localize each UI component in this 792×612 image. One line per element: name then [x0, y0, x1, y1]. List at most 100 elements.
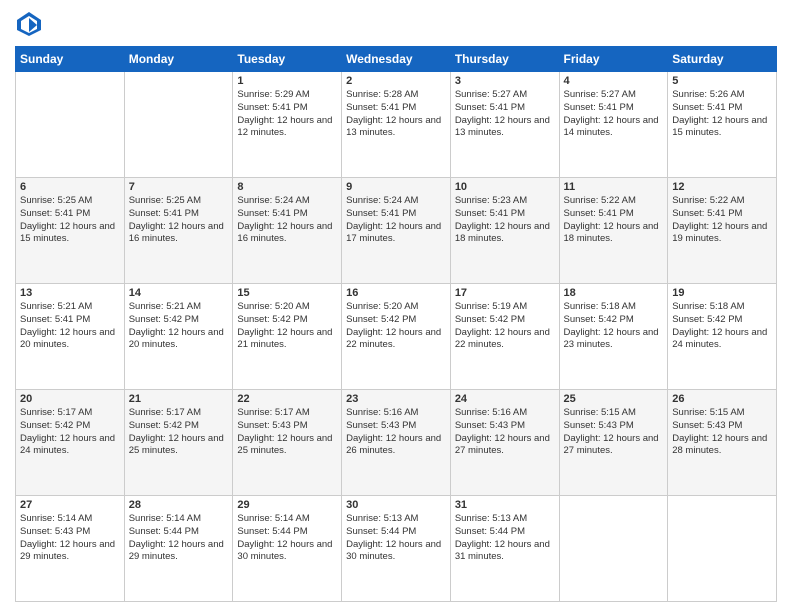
day-number: 28	[129, 499, 229, 511]
calendar-day-cell: 6 Sunrise: 5:25 AM Sunset: 5:41 PM Daylig…	[16, 178, 125, 284]
day-number: 11	[564, 181, 664, 193]
calendar-day-cell: 14Sunrise: 5:21 AM Sunset: 5:42 PM Dayli…	[124, 284, 233, 390]
calendar-day-cell: 22 Sunrise: 5:17 AM Sunset: 5:43 PM Dayli…	[233, 390, 342, 496]
day-number: 6	[20, 181, 120, 193]
calendar-day-cell	[124, 72, 233, 178]
day-info: Sunrise: 5:18 AM Sunset: 5:42 PM Dayligh…	[672, 301, 772, 352]
calendar-day-cell: 15 Sunrise: 5:20 AM Sunset: 5:42 PM Dayli…	[233, 284, 342, 390]
day-number: 24	[455, 393, 555, 405]
day-info: Sunrise: 5:27 AM Sunset: 5:41 PM Dayligh…	[564, 89, 664, 140]
calendar-week-row: 27 Sunrise: 5:14 AM Sunset: 5:43 PM Dayli…	[16, 496, 777, 602]
calendar-day-header: Sunday	[16, 47, 125, 72]
calendar-day-cell: 16 Sunrise: 5:20 AM Sunset: 5:42 PM Dayli…	[342, 284, 451, 390]
day-info: Sunrise: 5:19 AM Sunset: 5:42 PM Dayligh…	[455, 301, 555, 352]
day-info: Sunrise: 5:14 AM Sunset: 5:44 PM Dayligh…	[129, 513, 229, 564]
day-number: 3	[455, 75, 555, 87]
calendar-week-row: 20 Sunrise: 5:17 AM Sunset: 5:42 PM Dayli…	[16, 390, 777, 496]
day-info: Sunrise: 5:14 AM Sunset: 5:44 PM Dayligh…	[237, 513, 337, 564]
header	[15, 10, 777, 38]
day-info: Sunrise: 5:28 AM Sunset: 5:41 PM Dayligh…	[346, 89, 446, 140]
page: SundayMondayTuesdayWednesdayThursdayFrid…	[0, 0, 792, 612]
calendar-day-cell: 7Sunrise: 5:25 AM Sunset: 5:41 PM Daylig…	[124, 178, 233, 284]
calendar-day-header: Wednesday	[342, 47, 451, 72]
calendar-table: SundayMondayTuesdayWednesdayThursdayFrid…	[15, 46, 777, 602]
day-info: Sunrise: 5:15 AM Sunset: 5:43 PM Dayligh…	[672, 407, 772, 458]
day-info: Sunrise: 5:26 AM Sunset: 5:41 PM Dayligh…	[672, 89, 772, 140]
calendar-day-cell: 26 Sunrise: 5:15 AM Sunset: 5:43 PM Dayli…	[668, 390, 777, 496]
day-info: Sunrise: 5:17 AM Sunset: 5:42 PM Dayligh…	[20, 407, 120, 458]
calendar-day-cell: 13 Sunrise: 5:21 AM Sunset: 5:41 PM Dayli…	[16, 284, 125, 390]
calendar-day-header: Tuesday	[233, 47, 342, 72]
day-number: 15	[237, 287, 337, 299]
day-info: Sunrise: 5:27 AM Sunset: 5:41 PM Dayligh…	[455, 89, 555, 140]
day-number: 8	[237, 181, 337, 193]
day-number: 17	[455, 287, 555, 299]
day-number: 25	[564, 393, 664, 405]
calendar-day-cell: 30Sunrise: 5:13 AM Sunset: 5:44 PM Dayli…	[342, 496, 451, 602]
calendar-day-header: Saturday	[668, 47, 777, 72]
day-info: Sunrise: 5:20 AM Sunset: 5:42 PM Dayligh…	[237, 301, 337, 352]
calendar-day-cell: 2 Sunrise: 5:28 AM Sunset: 5:41 PM Daylig…	[342, 72, 451, 178]
day-info: Sunrise: 5:20 AM Sunset: 5:42 PM Dayligh…	[346, 301, 446, 352]
calendar-day-cell: 5 Sunrise: 5:26 AM Sunset: 5:41 PM Daylig…	[668, 72, 777, 178]
day-number: 16	[346, 287, 446, 299]
calendar-day-cell	[668, 496, 777, 602]
day-number: 13	[20, 287, 120, 299]
day-number: 9	[346, 181, 446, 193]
day-info: Sunrise: 5:21 AM Sunset: 5:41 PM Dayligh…	[20, 301, 120, 352]
day-number: 1	[237, 75, 337, 87]
calendar-day-cell: 25 Sunrise: 5:15 AM Sunset: 5:43 PM Dayli…	[559, 390, 668, 496]
calendar-day-cell: 10 Sunrise: 5:23 AM Sunset: 5:41 PM Dayli…	[450, 178, 559, 284]
day-info: Sunrise: 5:14 AM Sunset: 5:43 PM Dayligh…	[20, 513, 120, 564]
calendar-day-header: Friday	[559, 47, 668, 72]
calendar-day-cell: 20 Sunrise: 5:17 AM Sunset: 5:42 PM Dayli…	[16, 390, 125, 496]
calendar-day-cell: 23Sunrise: 5:16 AM Sunset: 5:43 PM Dayli…	[342, 390, 451, 496]
calendar-day-cell: 18Sunrise: 5:18 AM Sunset: 5:42 PM Dayli…	[559, 284, 668, 390]
calendar-day-cell: 28 Sunrise: 5:14 AM Sunset: 5:44 PM Dayli…	[124, 496, 233, 602]
day-number: 2	[346, 75, 446, 87]
day-info: Sunrise: 5:18 AM Sunset: 5:42 PM Dayligh…	[564, 301, 664, 352]
day-info: Sunrise: 5:23 AM Sunset: 5:41 PM Dayligh…	[455, 195, 555, 246]
day-number: 26	[672, 393, 772, 405]
day-number: 20	[20, 393, 120, 405]
day-info: Sunrise: 5:22 AM Sunset: 5:41 PM Dayligh…	[672, 195, 772, 246]
calendar-day-cell: 11Sunrise: 5:22 AM Sunset: 5:41 PM Dayli…	[559, 178, 668, 284]
calendar-week-row: 13 Sunrise: 5:21 AM Sunset: 5:41 PM Dayli…	[16, 284, 777, 390]
calendar-day-cell: 21Sunrise: 5:17 AM Sunset: 5:42 PM Dayli…	[124, 390, 233, 496]
logo	[15, 10, 47, 38]
calendar-day-cell: 12 Sunrise: 5:22 AM Sunset: 5:41 PM Dayli…	[668, 178, 777, 284]
calendar-day-cell: 31Sunrise: 5:13 AM Sunset: 5:44 PM Dayli…	[450, 496, 559, 602]
calendar-day-cell: 8Sunrise: 5:24 AM Sunset: 5:41 PM Daylig…	[233, 178, 342, 284]
calendar-day-cell	[559, 496, 668, 602]
day-info: Sunrise: 5:16 AM Sunset: 5:43 PM Dayligh…	[455, 407, 555, 458]
calendar-day-cell: 9Sunrise: 5:24 AM Sunset: 5:41 PM Daylig…	[342, 178, 451, 284]
day-info: Sunrise: 5:15 AM Sunset: 5:43 PM Dayligh…	[564, 407, 664, 458]
day-number: 19	[672, 287, 772, 299]
calendar-week-row: 1 Sunrise: 5:29 AM Sunset: 5:41 PM Daylig…	[16, 72, 777, 178]
day-info: Sunrise: 5:25 AM Sunset: 5:41 PM Dayligh…	[129, 195, 229, 246]
day-number: 23	[346, 393, 446, 405]
day-number: 31	[455, 499, 555, 511]
calendar-day-cell: 19 Sunrise: 5:18 AM Sunset: 5:42 PM Dayli…	[668, 284, 777, 390]
calendar-header-row: SundayMondayTuesdayWednesdayThursdayFrid…	[16, 47, 777, 72]
logo-icon	[15, 10, 43, 38]
day-number: 10	[455, 181, 555, 193]
day-info: Sunrise: 5:17 AM Sunset: 5:43 PM Dayligh…	[237, 407, 337, 458]
calendar-day-cell: 17 Sunrise: 5:19 AM Sunset: 5:42 PM Dayli…	[450, 284, 559, 390]
day-number: 21	[129, 393, 229, 405]
calendar-day-cell: 29Sunrise: 5:14 AM Sunset: 5:44 PM Dayli…	[233, 496, 342, 602]
day-number: 5	[672, 75, 772, 87]
calendar-day-header: Thursday	[450, 47, 559, 72]
day-number: 27	[20, 499, 120, 511]
day-info: Sunrise: 5:25 AM Sunset: 5:41 PM Dayligh…	[20, 195, 120, 246]
day-number: 22	[237, 393, 337, 405]
calendar-day-cell: 4 Sunrise: 5:27 AM Sunset: 5:41 PM Daylig…	[559, 72, 668, 178]
calendar-day-header: Monday	[124, 47, 233, 72]
day-number: 12	[672, 181, 772, 193]
calendar-day-cell	[16, 72, 125, 178]
calendar-day-cell: 3 Sunrise: 5:27 AM Sunset: 5:41 PM Daylig…	[450, 72, 559, 178]
day-number: 4	[564, 75, 664, 87]
calendar-day-cell: 24 Sunrise: 5:16 AM Sunset: 5:43 PM Dayli…	[450, 390, 559, 496]
calendar-day-cell: 27 Sunrise: 5:14 AM Sunset: 5:43 PM Dayli…	[16, 496, 125, 602]
day-info: Sunrise: 5:29 AM Sunset: 5:41 PM Dayligh…	[237, 89, 337, 140]
